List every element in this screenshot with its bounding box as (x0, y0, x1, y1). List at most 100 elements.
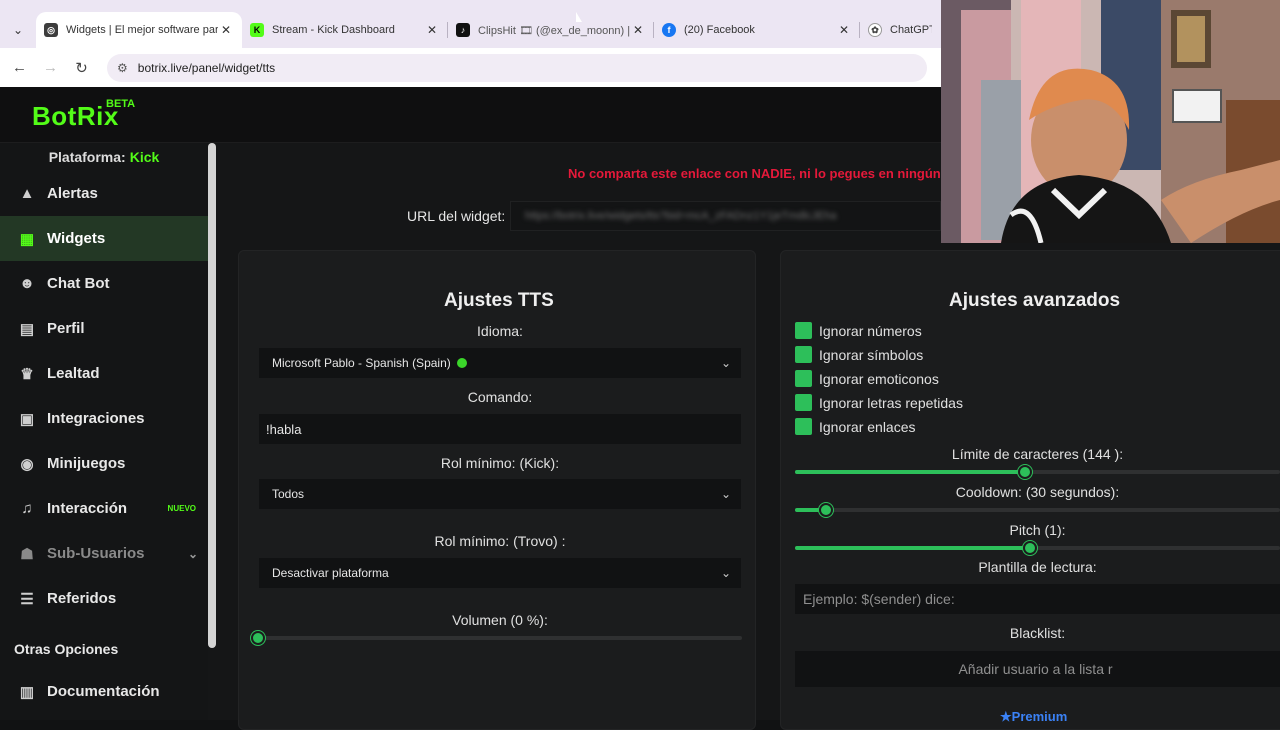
slider-fill (795, 470, 1026, 474)
ignore-numbers-checkbox[interactable]: Ignorar números (795, 322, 922, 339)
sidebar-item-chat-bot[interactable]: ☻ Chat Bot (0, 261, 208, 306)
checkbox-checked[interactable] (795, 322, 812, 339)
volumen-label: Volumen (0 %): (452, 612, 548, 628)
scrollbar-thumb[interactable] (208, 143, 216, 648)
tab-title: ClipsHit 🎞 (@ex_de_moonn) | Ti (478, 24, 630, 37)
platform-indicator: Plataforma: Kick (0, 143, 208, 171)
sidebar-item-interaccion[interactable]: ♫ Interacción NUEVO (0, 486, 208, 531)
slider-fill (795, 546, 1030, 550)
checkbox-checked[interactable] (795, 346, 812, 363)
url-omnibox[interactable]: ⚙ botrix.live/panel/widget/tts (107, 53, 927, 82)
chevron-down-icon: ⌄ (720, 566, 731, 580)
idioma-label: Idioma: (477, 323, 523, 339)
slider-knob[interactable] (251, 631, 265, 645)
cooldown-slider[interactable] (795, 503, 1280, 517)
rol-kick-select[interactable]: Todos ⌄ (259, 479, 741, 509)
slider-knob[interactable] (819, 503, 834, 517)
ignore-symbols-checkbox[interactable]: Ignorar símbolos (795, 346, 923, 363)
checkbox-label: Ignorar letras repetidas (819, 394, 963, 411)
tab-clipshit[interactable]: ♪ ClipsHit 🎞 (@ex_de_moonn) | Ti ✕ (448, 12, 654, 48)
sidebar-item-perfil[interactable]: ▤ Perfil (0, 306, 208, 351)
sidebar-scrollbar[interactable] (208, 143, 216, 648)
widget-url-label: URL del widget: (407, 208, 506, 224)
premium-label: Premium (1011, 709, 1068, 724)
sidebar-item-label: Perfil (47, 320, 85, 337)
rol-kick-label: Rol mínimo: (Kick): (440, 455, 560, 471)
chevron-down-icon: ⌄ (720, 356, 731, 370)
sidebar-item-label: Integraciones (47, 410, 145, 427)
trophy-icon: ♛ (20, 365, 34, 383)
forward-icon[interactable]: → (35, 59, 66, 76)
tab-title: ChatGPT (890, 24, 932, 36)
back-icon[interactable]: ← (4, 59, 35, 76)
sidebar-item-minijuegos[interactable]: ◉ Minijuegos (0, 441, 208, 486)
pitch-slider[interactable] (795, 541, 1280, 555)
tab-title: (20) Facebook (684, 24, 755, 36)
char-limit-slider[interactable] (795, 465, 1280, 479)
checkbox-checked[interactable] (795, 370, 812, 387)
plantilla-placeholder: Ejemplo: $(sender) dice: (803, 591, 955, 607)
tab-title: Stream - Kick Dashboard (272, 24, 395, 36)
star-icon: ★ (1000, 709, 1012, 724)
comando-input[interactable]: !habla (259, 414, 741, 444)
botrix-icon: ◎ (44, 23, 58, 37)
sidebar-item-label: Sub-Usuarios (47, 545, 145, 562)
premium-link[interactable]: ★Premium (1000, 709, 1067, 725)
referrals-icon: ☰ (20, 590, 34, 608)
sidebar-item-lealtad[interactable]: ♛ Lealtad (0, 351, 208, 396)
sidebar-item-alertas[interactable]: ▲ Alertas (0, 171, 208, 216)
tab-facebook[interactable]: f (20) Facebook ✕ (654, 12, 860, 48)
blacklist-input[interactable]: Añadir usuario a la lista r (795, 651, 1280, 687)
slider-knob[interactable] (1022, 541, 1037, 555)
checkbox-checked[interactable] (795, 394, 812, 411)
idioma-select[interactable]: Microsoft Pablo - Spanish (Spain) ⌄ (259, 348, 741, 378)
ignore-repeated-letters-checkbox[interactable]: Ignorar letras repetidas (795, 394, 963, 411)
volumen-slider[interactable] (251, 631, 742, 645)
comando-value: !habla (266, 421, 302, 437)
close-icon[interactable]: ✕ (836, 23, 852, 37)
sidebar-item-label: Chat Bot (47, 275, 110, 292)
widget-url-field[interactable]: https://botrix.live/widgets/tts?bid=mcA_… (510, 201, 941, 231)
tab-search-chevron-icon[interactable]: ⌄ (0, 12, 36, 48)
checkbox-checked[interactable] (795, 418, 812, 435)
site-settings-icon[interactable]: ⚙ (117, 61, 128, 75)
plantilla-label: Plantilla de lectura: (978, 559, 1097, 575)
sidebar-item-integraciones[interactable]: ▣ Integraciones (0, 396, 208, 441)
sidebar-item-label: Referidos (47, 590, 117, 607)
sidebar-item-sub-usuarios[interactable]: ☗ Sub-Usuarios ⌄ (0, 531, 208, 576)
advanced-title: Ajustes avanzados (949, 290, 1121, 311)
gamepad-icon: ◉ (20, 455, 34, 473)
ignore-links-checkbox[interactable]: Ignorar enlaces (795, 418, 916, 435)
webcam-image (941, 0, 1280, 243)
rol-trovo-label: Rol mínimo: (Trovo) : (434, 533, 566, 549)
sidebar: Plataforma: Kick ▲ Alertas ▦ Widgets ☻ C… (0, 143, 208, 720)
facebook-icon: f (662, 23, 676, 37)
comando-label: Comando: (467, 389, 533, 405)
pitch-label: Pitch (1): (1009, 522, 1066, 538)
close-icon[interactable]: ✕ (218, 23, 234, 37)
close-icon[interactable]: ✕ (630, 23, 646, 37)
platform-label: Plataforma: (48, 149, 126, 165)
chevron-down-icon: ⌄ (720, 487, 731, 501)
tab-widgets[interactable]: ◎ Widgets | El mejor software par ✕ (36, 12, 242, 48)
rol-trovo-select[interactable]: Desactivar plataforma ⌄ (259, 558, 741, 588)
slider-track (795, 508, 1280, 512)
warning-icon: ▲ (19, 185, 35, 202)
close-icon[interactable]: ✕ (424, 23, 440, 37)
webcam-overlay (941, 0, 1280, 243)
url-text: botrix.live/panel/widget/tts (137, 60, 276, 75)
sidebar-item-widgets[interactable]: ▦ Widgets (0, 216, 208, 261)
tab-chatgpt[interactable]: ✿ ChatGPT (860, 12, 940, 48)
plantilla-input[interactable]: Ejemplo: $(sender) dice: (795, 584, 1280, 614)
ignore-emotes-checkbox[interactable]: Ignorar emoticonos (795, 370, 939, 387)
integrations-icon: ▣ (19, 410, 35, 428)
reload-icon[interactable]: ↻ (66, 59, 97, 77)
checkbox-label: Ignorar emoticonos (819, 370, 939, 387)
sidebar-item-label: Lealtad (47, 365, 100, 382)
sidebar-item-label: Widgets (47, 230, 106, 247)
slider-knob[interactable] (1018, 465, 1033, 479)
sidebar-item-referidos[interactable]: ☰ Referidos (0, 576, 208, 621)
sidebar-item-documentacion[interactable]: ▥ Documentación (0, 669, 208, 714)
tab-kick-dashboard[interactable]: K Stream - Kick Dashboard ✕ (242, 12, 448, 48)
cooldown-label: Cooldown: (30 segundos): (955, 484, 1120, 500)
